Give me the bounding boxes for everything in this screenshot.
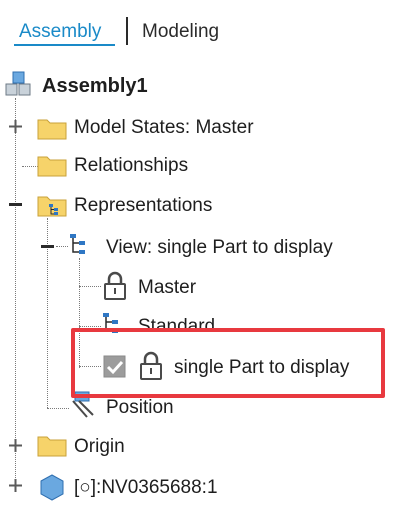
tree-node-master[interactable]: Master [0, 268, 400, 308]
tree-label: Master [138, 277, 197, 298]
tree-label: Model States: Master [74, 117, 254, 138]
expand-plus-icon[interactable] [8, 119, 23, 134]
tree-label: single Part to display [174, 357, 350, 378]
checkmark-icon[interactable] [103, 355, 127, 379]
tree-node-model-states[interactable]: Model States: Master [0, 108, 400, 148]
tree-label: Origin [74, 436, 125, 457]
browser-tabs: Assembly Modeling [0, 0, 404, 60]
lock-icon [101, 270, 129, 302]
tab-assembly[interactable]: Assembly [19, 21, 101, 43]
tree-node-origin[interactable]: Origin [0, 428, 400, 468]
model-browser-tree: Assembly1 Model States: Master Relations… [0, 60, 404, 501]
representations-folder-icon [37, 193, 67, 217]
tree-node-representations[interactable]: Representations [0, 188, 400, 228]
view-representation-icon [100, 311, 130, 339]
expand-plus-icon[interactable] [8, 438, 23, 453]
position-icon [67, 391, 97, 421]
view-representation-icon [67, 232, 97, 260]
tab-modeling[interactable]: Modeling [142, 21, 219, 43]
tree-label: View: single Part to display [106, 237, 333, 258]
folder-icon [37, 153, 67, 177]
tree-label: Representations [74, 195, 213, 216]
part-icon [38, 473, 66, 501]
tree-node-view[interactable]: View: single Part to display [0, 228, 400, 268]
active-tab-underline [14, 44, 115, 46]
tree-label: Position [106, 397, 174, 418]
tree-label: Standard [138, 316, 216, 337]
tree-label: Relationships [74, 155, 189, 176]
lock-icon [137, 350, 165, 382]
collapse-minus-icon[interactable] [8, 197, 23, 212]
tree-label: Assembly1 [42, 75, 148, 97]
tab-divider [126, 17, 128, 45]
tree-node-position[interactable]: Position [0, 388, 400, 428]
tree-node-relationships[interactable]: Relationships [0, 148, 400, 188]
tree-node-component[interactable]: [○]:NV0365688:1 [0, 468, 400, 508]
tree-node-standard[interactable]: Standard [0, 308, 400, 348]
tree-label: [○]:NV0365688:1 [74, 477, 218, 498]
tree-node-single-part[interactable]: single Part to display [0, 348, 400, 388]
assembly-icon [5, 71, 33, 99]
folder-icon [37, 433, 67, 457]
tree-node-assembly1[interactable]: Assembly1 [0, 68, 400, 108]
collapse-minus-icon[interactable] [40, 239, 55, 254]
folder-icon [37, 116, 67, 140]
